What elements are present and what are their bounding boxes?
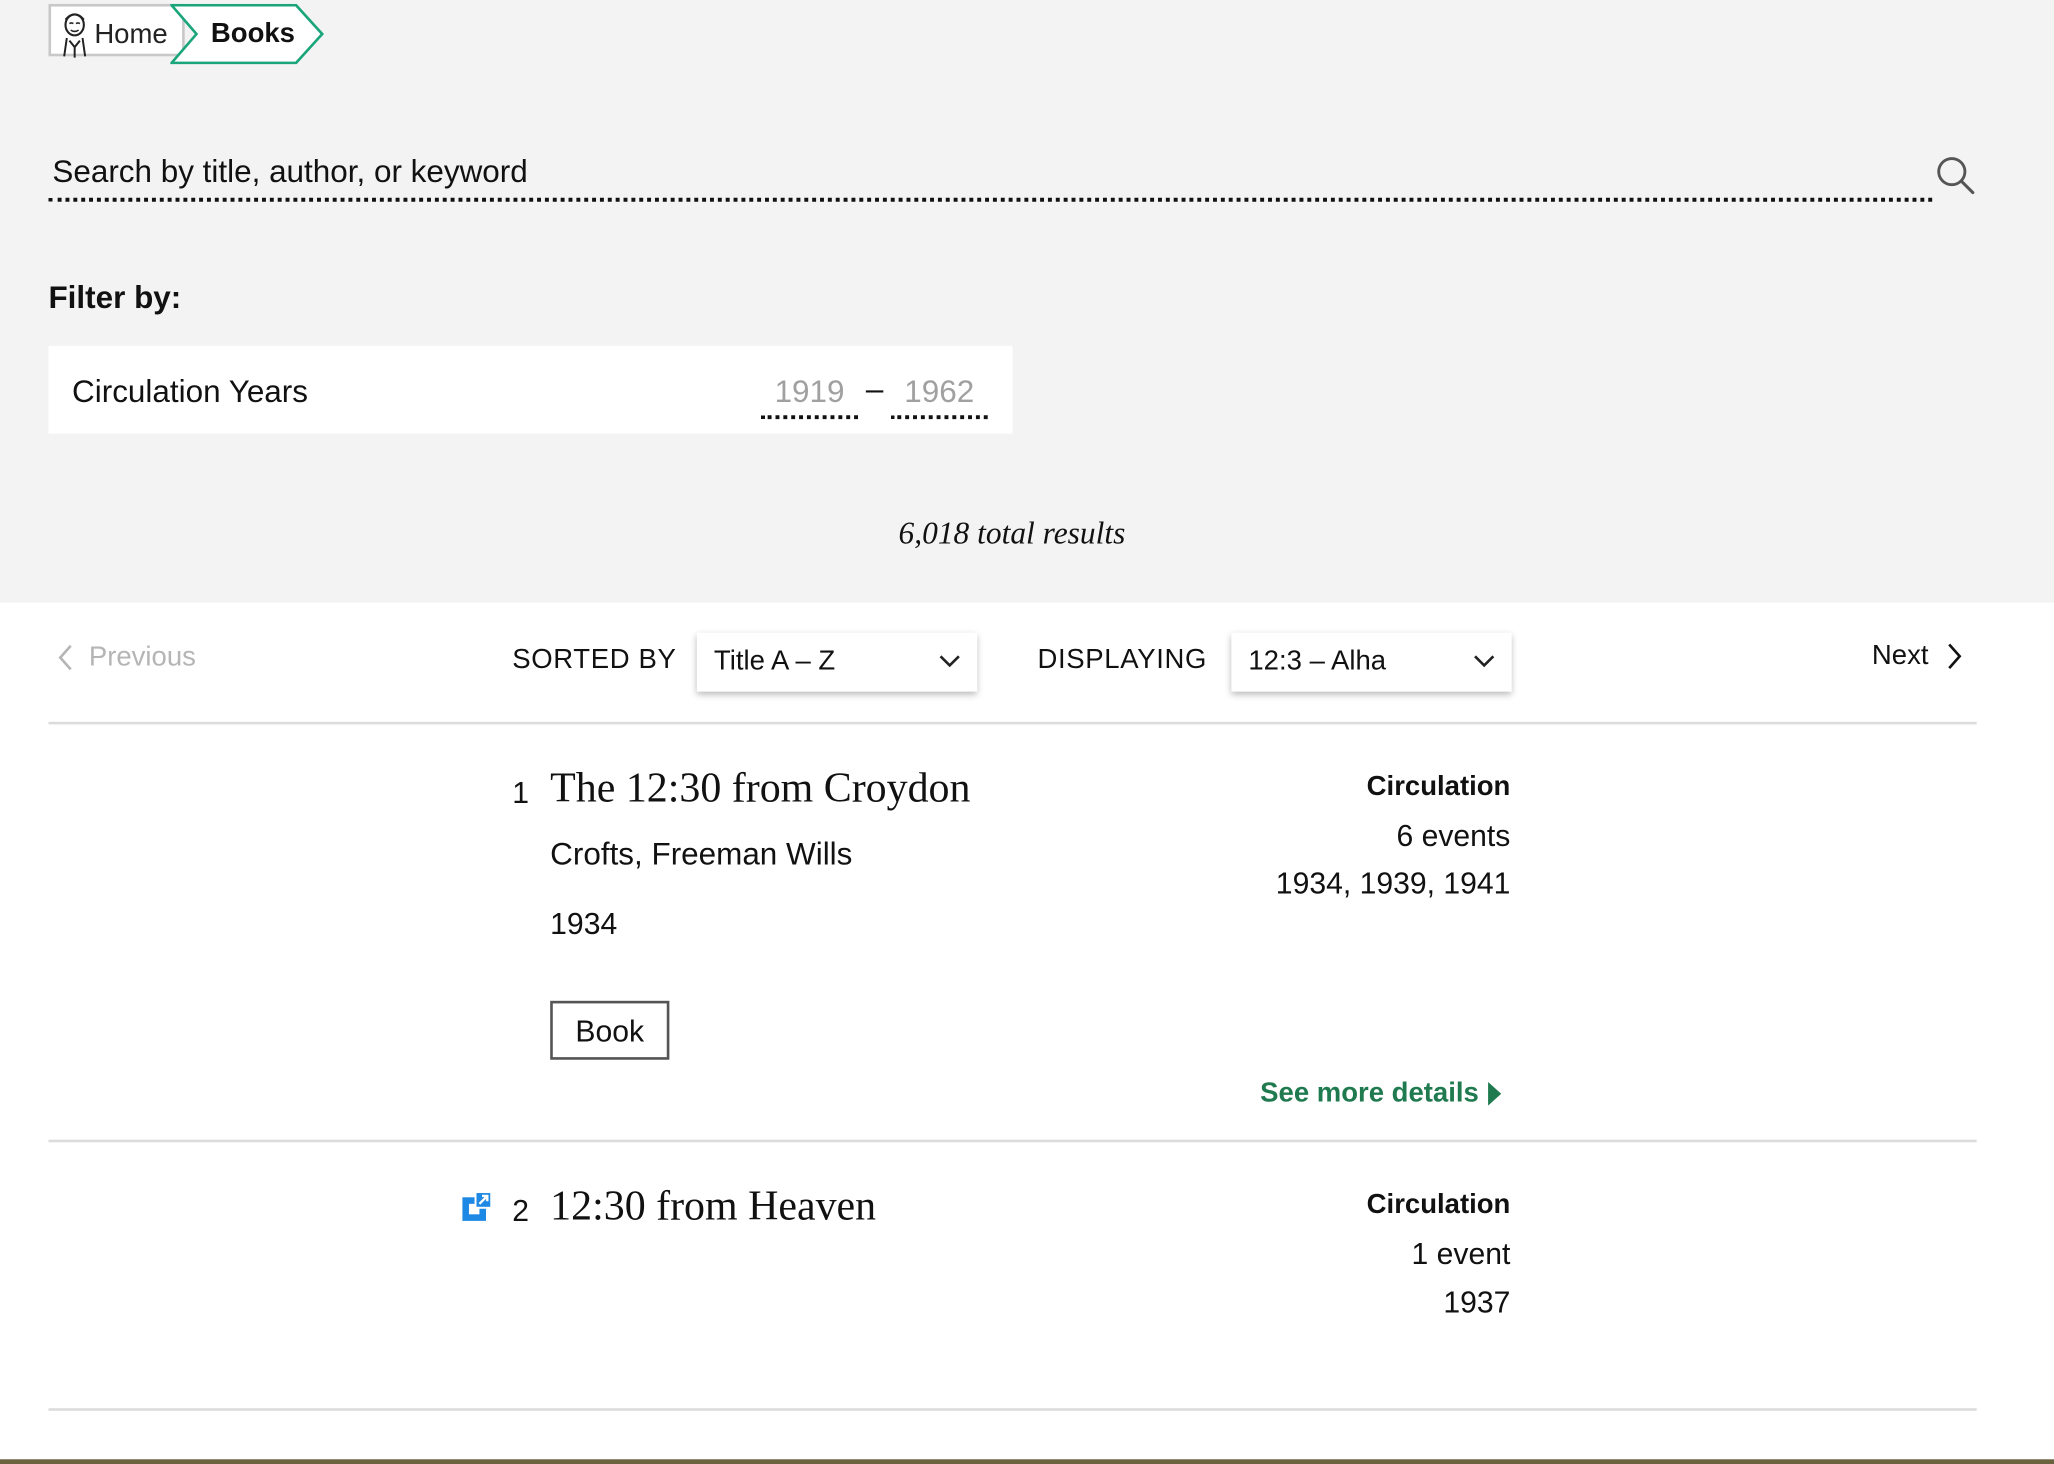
chevron-right-icon <box>1948 644 1962 670</box>
chevron-down-icon <box>1474 655 1495 668</box>
year-range-separator: – <box>865 372 884 408</box>
sort-select-value: Title A – Z <box>713 645 836 676</box>
results-divider <box>48 1408 1977 1411</box>
circulation-events: 1 event <box>1411 1236 1511 1271</box>
year-start-input[interactable] <box>761 369 859 420</box>
result-title-link[interactable]: The 12:30 from Croydon <box>550 764 970 812</box>
external-link-icon[interactable] <box>461 1191 493 1222</box>
result-author: Crofts, Freeman Wills <box>550 837 853 873</box>
circulation-heading: Circulation <box>1366 1189 1511 1220</box>
search-input[interactable] <box>48 146 1933 202</box>
circulation-years: 1934, 1939, 1941 <box>1275 865 1511 900</box>
breadcrumb-home-label: Home <box>94 19 168 50</box>
circulation-years: 1937 <box>1443 1285 1511 1320</box>
format-badge: Book <box>550 1000 670 1060</box>
displaying-label: DISPLAYING <box>1037 644 1208 675</box>
circulation-years-label: Circulation Years <box>72 374 308 411</box>
search-icon[interactable] <box>1935 155 1977 197</box>
breadcrumb-home[interactable]: Home <box>48 3 185 58</box>
search-bar <box>48 146 1978 207</box>
result-year: 1934 <box>550 906 618 941</box>
result-title-link[interactable]: 12:30 from Heaven <box>550 1182 876 1230</box>
year-end-input[interactable] <box>890 369 988 420</box>
sorted-by-label: SORTED BY <box>512 644 677 675</box>
shakespeare-logo-icon <box>63 13 87 58</box>
filter-title: Filter by: <box>48 280 182 316</box>
sort-select[interactable]: Title A – Z <box>696 632 978 692</box>
circulation-heading: Circulation <box>1366 771 1511 802</box>
circulation-years-filter: Circulation Years – <box>48 345 1013 434</box>
chevron-down-icon <box>939 655 960 668</box>
results-divider <box>48 1139 1977 1143</box>
header-band <box>0 0 2054 603</box>
chevron-left-icon <box>58 645 72 671</box>
next-label: Next <box>1871 641 1929 672</box>
circulation-events: 6 events <box>1396 818 1511 853</box>
display-select[interactable]: 12:3 – Alha <box>1231 632 1512 692</box>
previous-label: Previous <box>88 642 196 673</box>
caret-right-icon <box>1488 1082 1502 1107</box>
result-number: 2 <box>512 1193 529 1228</box>
bottom-edge-bar <box>0 1459 2054 1464</box>
total-results: 6,018 total results <box>898 517 1126 552</box>
breadcrumb-current: Books <box>210 18 295 49</box>
see-more-details-label: See more details <box>1260 1078 1479 1109</box>
page: Home Books Filter by: Circulation Years … <box>0 0 2054 1464</box>
results-divider <box>48 721 1977 725</box>
see-more-details-link[interactable]: See more details <box>1260 1078 1502 1109</box>
display-select-value: 12:3 – Alha <box>1248 645 1387 676</box>
previous-button[interactable]: Previous <box>58 642 196 674</box>
result-number: 1 <box>512 775 529 810</box>
next-button[interactable]: Next <box>1872 641 1962 673</box>
